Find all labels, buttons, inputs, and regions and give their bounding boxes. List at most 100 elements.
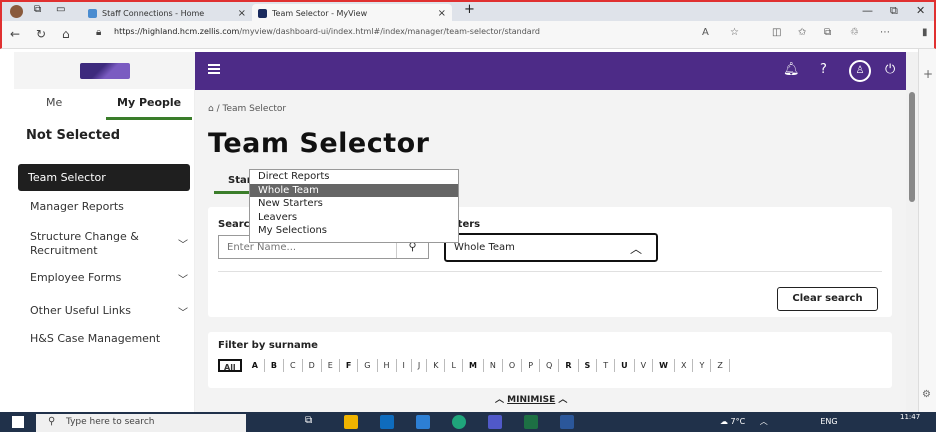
tab-staff-connections[interactable]: Staff Connections - Home × (82, 4, 252, 22)
letter-a-button[interactable]: A (246, 359, 265, 372)
taskbar-search-box[interactable]: ⚲ Type here to search (36, 414, 246, 432)
help-icon[interactable]: ? (820, 62, 827, 77)
letter-f-button[interactable]: F (340, 359, 359, 372)
workspaces-icon[interactable]: ⧉ (34, 4, 41, 15)
main-content: ⌂ / Team Selector Team Selector Standard… (195, 90, 906, 412)
minimise-label: MINIMISE (507, 395, 556, 405)
sidebar-item-structure-change[interactable]: Structure Change & Recruitment (30, 230, 160, 258)
filter-option[interactable]: Leavers (250, 211, 458, 225)
calendar-app-icon[interactable] (416, 415, 430, 429)
settings-gear-icon[interactable]: ⚙ (922, 389, 931, 400)
letter-b-button[interactable]: B (265, 359, 284, 372)
more-options-icon[interactable]: ⋯ (880, 27, 890, 38)
sidebar: Me My People Not Selected Team Selector … (14, 52, 195, 412)
letter-w-button[interactable]: W (653, 359, 675, 372)
close-window-button[interactable]: ✕ (916, 4, 925, 17)
letter-k-button[interactable]: K (427, 359, 446, 372)
chevron-down-icon[interactable]: ﹀ (178, 271, 188, 286)
letter-u-button[interactable]: U (615, 359, 635, 372)
letter-e-button[interactable]: E (322, 359, 340, 372)
page-scrollbar[interactable] (906, 52, 918, 412)
alphabet-filter: All ABCDEFGHIJKLMNOPQRSTUVWXYZ (218, 359, 730, 372)
filter-option[interactable]: Whole Team (250, 183, 458, 197)
letter-x-button[interactable]: X (675, 359, 694, 372)
back-arrow-icon[interactable]: ← (10, 27, 20, 41)
app-header: 🔔︎ ? ♙ ⏻ (195, 52, 906, 90)
user-profile-icon[interactable]: ♙ (849, 60, 871, 82)
sidebar-toggle-icon[interactable]: ▮ (922, 27, 928, 38)
new-tab-button[interactable]: + (464, 2, 475, 17)
letter-h-button[interactable]: H (378, 359, 397, 372)
tab-actions-icon[interactable]: ▭ (56, 4, 65, 15)
language-indicator[interactable]: ENG (820, 417, 837, 426)
tab-my-people[interactable]: My People (117, 96, 181, 109)
minimise-toggle[interactable]: ︿ MINIMISE ︿ (495, 392, 567, 405)
letter-q-button[interactable]: Q (540, 359, 560, 372)
teams-icon[interactable] (488, 415, 502, 429)
filter-dropdown-list: Direct Reports Whole Team New Starters Leav… (249, 169, 459, 243)
sidebar-item-team-selector[interactable]: Team Selector (18, 164, 190, 191)
favorites-icon[interactable]: ✩ (798, 27, 806, 38)
letter-m-button[interactable]: M (463, 359, 484, 372)
letter-o-button[interactable]: O (503, 359, 523, 372)
windows-start-icon[interactable] (12, 416, 24, 428)
tab-team-selector[interactable]: Team Selector - MyView × (252, 4, 452, 22)
filter-select[interactable]: Whole Team ︿ (443, 232, 659, 263)
close-tab-icon[interactable]: × (238, 8, 246, 19)
chevron-down-icon[interactable]: ﹀ (178, 236, 188, 251)
sidebar-item-hs-case-management[interactable]: H&S Case Management (30, 332, 160, 346)
outlook-icon[interactable] (380, 415, 394, 429)
add-sidebar-app-icon[interactable]: + (923, 67, 933, 81)
notifications-bell-icon[interactable]: 🔔︎ (783, 62, 800, 77)
letter-c-button[interactable]: C (284, 359, 303, 372)
filter-option[interactable]: Direct Reports (250, 170, 458, 184)
url-field[interactable]: https://highland.hcm.zellis.com/myview/d… (114, 27, 540, 36)
sidebar-item-employee-forms[interactable]: Employee Forms (30, 271, 121, 285)
letter-y-button[interactable]: Y (693, 359, 712, 372)
favorite-star-icon[interactable]: ☆ (730, 27, 739, 38)
collections-icon[interactable]: ⧉ (824, 27, 831, 38)
close-tab-icon[interactable]: × (438, 8, 446, 19)
profile-avatar-icon[interactable] (10, 5, 23, 18)
letter-all-button[interactable]: All (218, 359, 242, 372)
clear-search-button[interactable]: Clear search (777, 287, 878, 311)
letter-v-button[interactable]: V (635, 359, 654, 372)
letter-j-button[interactable]: J (412, 359, 428, 372)
weather-temp[interactable]: 7°C (731, 417, 746, 426)
hamburger-menu-icon[interactable] (208, 64, 220, 74)
sidebar-item-manager-reports[interactable]: Manager Reports (30, 200, 124, 214)
letter-r-button[interactable]: R (559, 359, 579, 372)
letter-n-button[interactable]: N (484, 359, 503, 372)
edge-browser-icon[interactable] (452, 415, 466, 429)
zellis-favicon-icon (258, 8, 267, 18)
excel-icon[interactable] (524, 415, 538, 429)
file-explorer-icon[interactable] (344, 415, 358, 429)
home-icon[interactable]: ⌂ (208, 104, 214, 114)
filter-option[interactable]: New Starters (250, 197, 458, 211)
clock[interactable]: 11:47 (900, 413, 920, 421)
minimize-button[interactable]: — (862, 4, 873, 17)
filter-option[interactable]: My Selections (250, 224, 458, 238)
power-logout-icon[interactable]: ⏻ (885, 62, 895, 77)
letter-i-button[interactable]: I (397, 359, 412, 372)
sidebar-item-other-useful-links[interactable]: Other Useful Links (30, 304, 131, 318)
letter-s-button[interactable]: S (579, 359, 598, 372)
refresh-icon[interactable]: ↻ (36, 27, 46, 41)
letter-t-button[interactable]: T (597, 359, 616, 372)
task-view-icon[interactable]: ⧉ (305, 415, 312, 426)
word-icon[interactable] (560, 415, 574, 429)
letter-z-button[interactable]: Z (711, 359, 730, 372)
chevron-down-icon[interactable]: ﹀ (178, 304, 188, 319)
extensions-icon[interactable]: ♲ (850, 27, 859, 38)
letter-d-button[interactable]: D (303, 359, 322, 372)
tab-me[interactable]: Me (46, 96, 62, 109)
tray-overflow-icon[interactable]: ︿ (760, 417, 768, 426)
letter-g-button[interactable]: G (358, 359, 378, 372)
letter-p-button[interactable]: P (522, 359, 541, 372)
letter-l-button[interactable]: L (445, 359, 463, 372)
maximize-button[interactable]: ⧉ (890, 4, 898, 18)
split-screen-icon[interactable]: ◫ (772, 27, 781, 38)
home-icon[interactable]: ⌂ (62, 27, 70, 41)
scrollbar-thumb[interactable] (909, 92, 915, 202)
read-aloud-icon[interactable]: A (702, 27, 709, 38)
